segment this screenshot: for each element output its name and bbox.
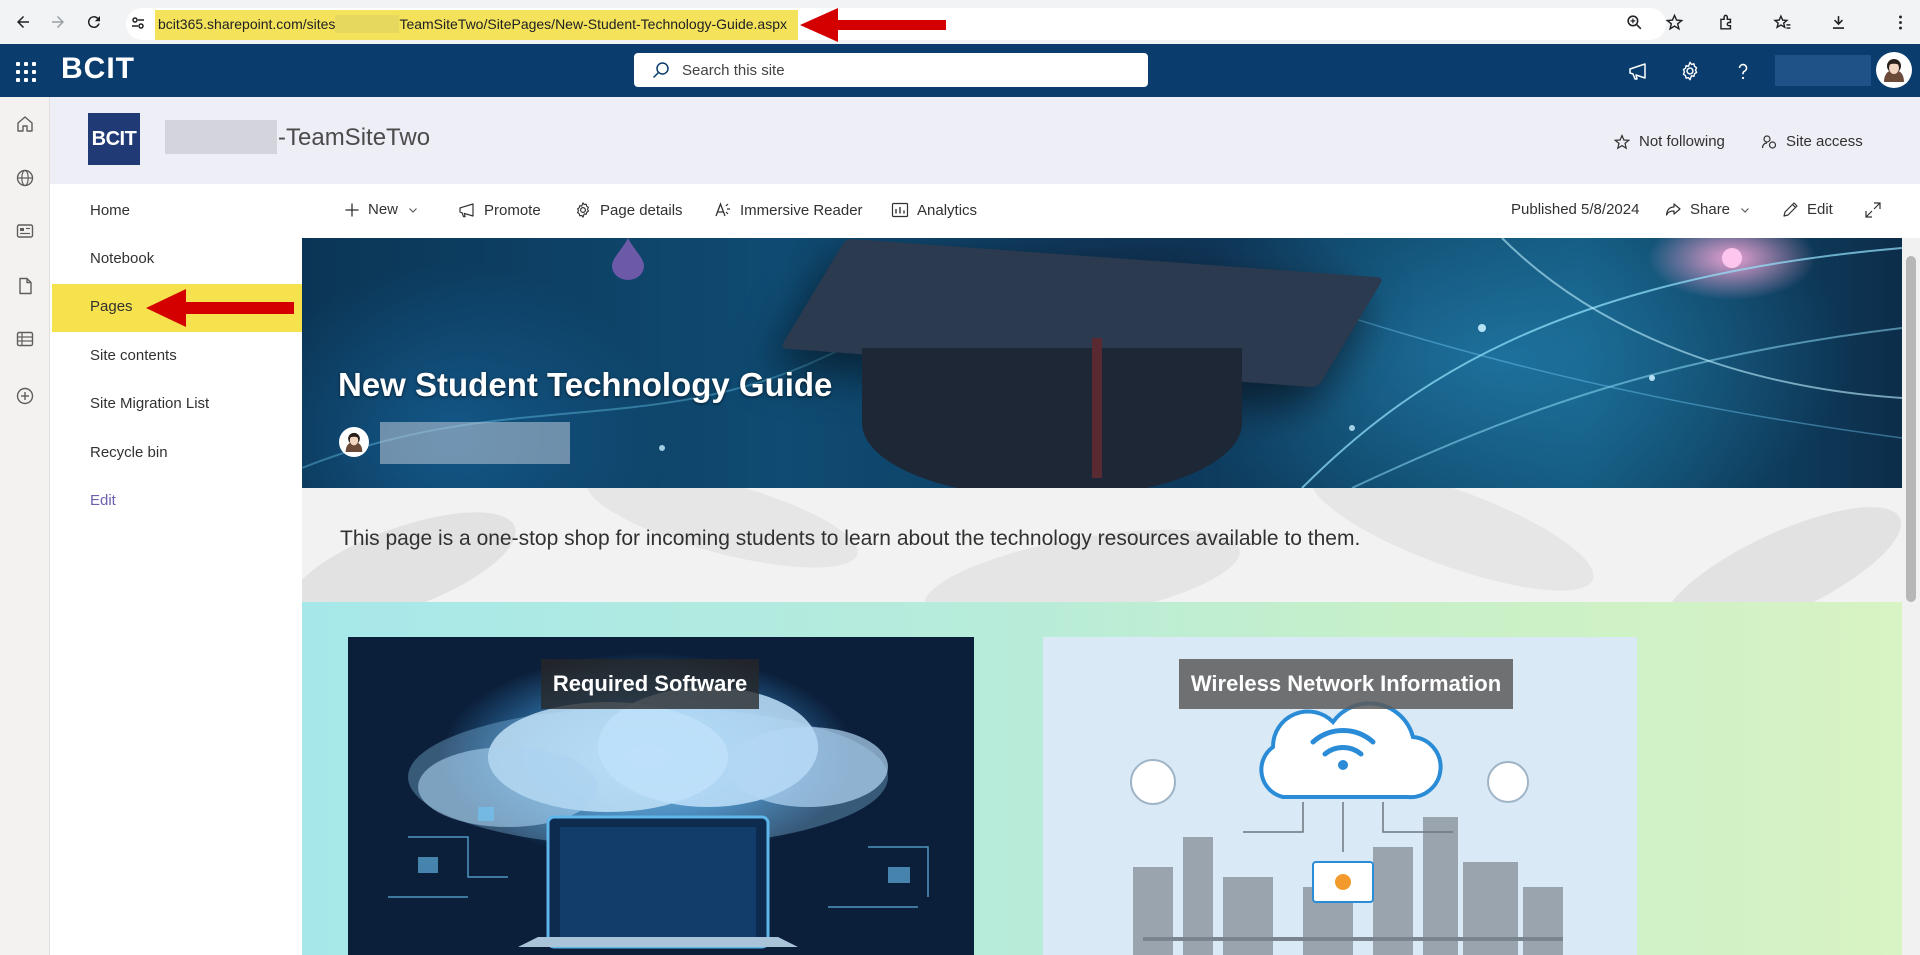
analytics-button[interactable]: Analytics [891, 201, 977, 219]
card-label-wireless-network: Wireless Network Information [1179, 659, 1513, 709]
tassel [1092, 338, 1102, 478]
analytics-icon [891, 202, 909, 218]
user-name-redaction [1775, 55, 1871, 86]
immersive-reader-label: Immersive Reader [740, 201, 863, 219]
create-icon[interactable] [13, 384, 37, 408]
site-access-icon [1761, 134, 1777, 149]
analytics-label: Analytics [917, 201, 978, 219]
browser-actions [1614, 0, 1920, 44]
site-title-redaction [165, 120, 277, 154]
author-avatar[interactable] [339, 427, 369, 457]
follow-label: Not following [1639, 133, 1725, 150]
nav-edit-link[interactable]: Edit [90, 492, 116, 509]
nav-item-site-contents[interactable]: Site contents [90, 347, 177, 364]
page-description: This page is a one-stop shop for incomin… [340, 527, 1361, 550]
graduation-cap-base [862, 348, 1242, 488]
chevron-down-icon [1741, 207, 1749, 213]
nav-item-home[interactable]: Home [90, 202, 130, 219]
megaphone-icon [459, 203, 474, 218]
news-icon[interactable] [13, 219, 37, 243]
site-logo[interactable]: BCIT [88, 113, 140, 165]
author-name-redaction [380, 422, 570, 464]
favorites-icon[interactable] [1762, 0, 1802, 44]
browser-menu-icon[interactable] [1880, 0, 1920, 44]
scrollbar-thumb[interactable] [1906, 256, 1916, 602]
search-icon [652, 62, 669, 79]
new-button[interactable]: New [344, 201, 418, 218]
page-details-label: Page details [600, 201, 683, 219]
site-title[interactable]: -TeamSiteTwo [278, 124, 430, 152]
nav-item-pages[interactable]: Pages [90, 298, 133, 315]
gear-icon [577, 202, 589, 218]
app-launcher-icon[interactable] [12, 58, 38, 84]
page-details-marker [612, 238, 644, 280]
settings-gear-icon[interactable] [1676, 57, 1704, 85]
forward-icon[interactable] [45, 9, 71, 35]
site-access-button[interactable]: Site access [1761, 133, 1863, 150]
promote-button[interactable]: Promote [458, 201, 541, 219]
edit-label: Edit [1807, 201, 1833, 218]
url-redaction [335, 15, 400, 34]
immersive-reader-button[interactable]: Immersive Reader [714, 201, 863, 219]
url-text[interactable]: bcit365.sharepoint.com/sites TeamSiteTwo/… [158, 15, 787, 34]
url-suffix: TeamSiteTwo/SitePages/New-Student-Techno… [399, 16, 787, 32]
home-icon[interactable] [13, 112, 37, 136]
page-title: New Student Technology Guide [338, 366, 833, 403]
url-prefix: bcit365.sharepoint.com/sites [158, 16, 336, 32]
page-details-button[interactable]: Page details [574, 201, 683, 219]
promote-label: Promote [484, 201, 541, 219]
expand-icon[interactable] [1864, 201, 1890, 219]
brand-logo[interactable]: BCIT [61, 52, 135, 86]
nav-item-notebook[interactable]: Notebook [90, 250, 154, 267]
back-icon[interactable] [10, 9, 36, 35]
user-avatar[interactable] [1876, 52, 1912, 88]
nav-item-site-migration-list[interactable]: Site Migration List [90, 395, 209, 412]
search-placeholder: Search this site [682, 61, 785, 79]
new-label: New [368, 201, 399, 218]
reload-icon[interactable] [81, 9, 107, 35]
zoom-icon[interactable] [1614, 0, 1654, 44]
annotation-arrow-url [800, 8, 946, 42]
site-info-icon[interactable] [130, 15, 146, 36]
follow-button[interactable]: Not following [1614, 133, 1725, 150]
globe-icon[interactable] [13, 166, 37, 190]
share-label: Share [1690, 201, 1731, 218]
published-status: Published 5/8/2024 [1511, 201, 1639, 218]
share-button[interactable]: Share [1665, 201, 1750, 218]
edit-button[interactable]: Edit [1782, 201, 1833, 218]
download-icon[interactable] [1818, 0, 1858, 44]
megaphone-icon[interactable] [1624, 57, 1652, 85]
site-access-label: Site access [1786, 133, 1863, 150]
published-label: Published 5/8/2024 [1511, 201, 1640, 218]
help-icon[interactable] [1729, 57, 1757, 85]
plus-icon [345, 203, 359, 216]
extensions-icon[interactable] [1706, 0, 1746, 44]
card-required-software[interactable]: Required Software [348, 637, 974, 955]
bookmark-star-icon[interactable] [1654, 0, 1694, 44]
nav-item-recycle-bin[interactable]: Recycle bin [90, 444, 168, 461]
immersive-reader-icon [715, 202, 730, 217]
share-icon [1665, 203, 1681, 216]
card-label-required-software: Required Software [541, 659, 759, 709]
pencil-icon [1783, 202, 1798, 217]
files-icon[interactable] [13, 274, 37, 298]
search-box[interactable]: Search this site [634, 53, 1148, 87]
lists-icon[interactable] [13, 327, 37, 351]
chevron-down-icon [409, 207, 417, 213]
star-icon [1614, 133, 1630, 149]
card-wireless-network[interactable]: Wireless Network Information [1043, 637, 1637, 955]
annotation-arrow-pages [146, 289, 294, 327]
